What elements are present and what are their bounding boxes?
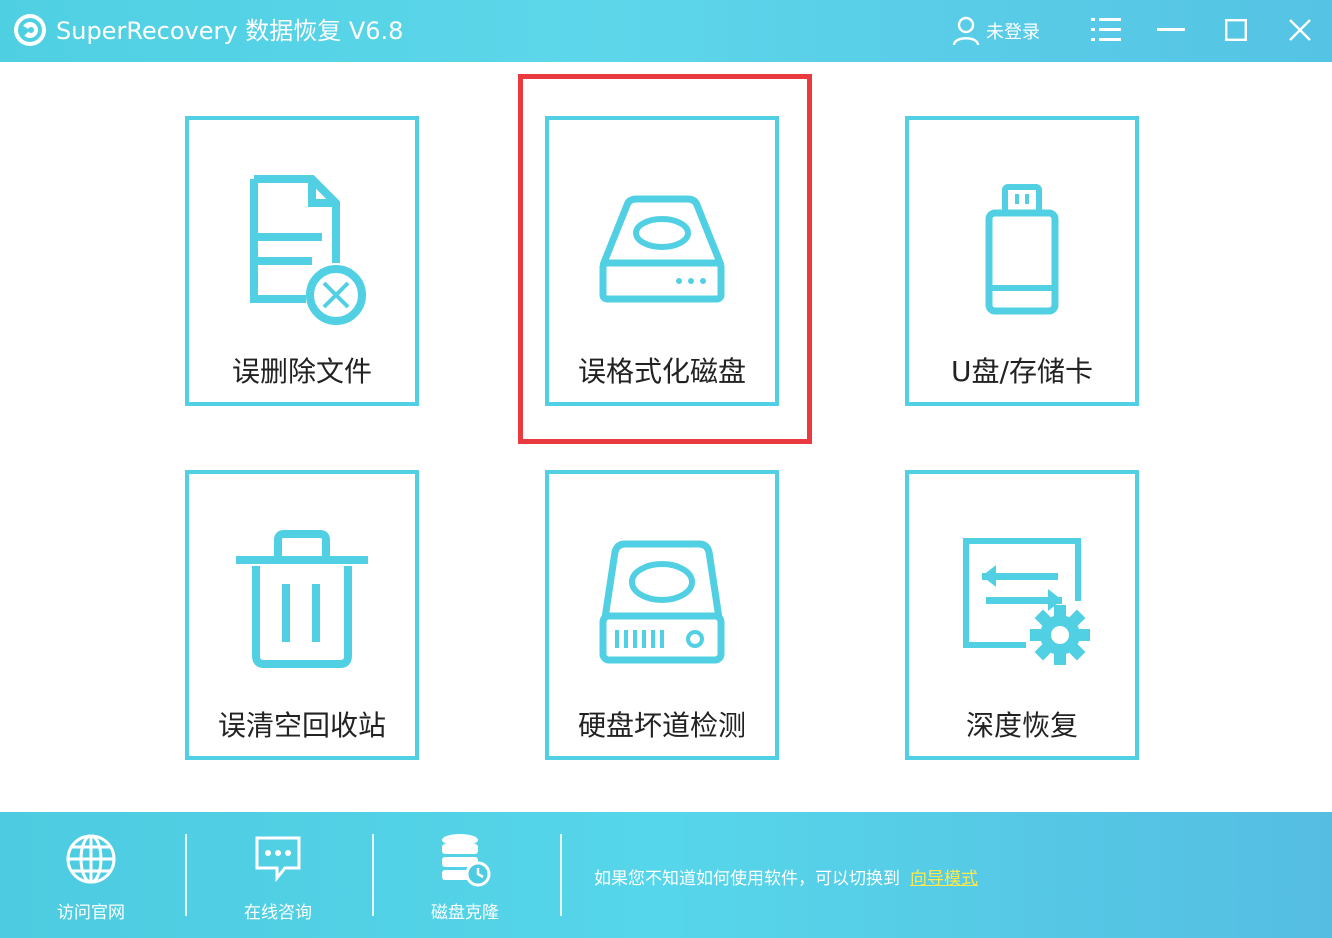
wizard-mode-link[interactable]: 向导模式 — [910, 869, 978, 889]
deleted-file-icon — [250, 175, 366, 325]
tile-recycle-bin[interactable]: 误清空回收站 — [185, 470, 419, 760]
app-title: SuperRecovery 数据恢复 V6.8 — [56, 17, 404, 45]
tile-label: 误格式化磁盘 — [577, 355, 746, 388]
tile-label: 误清空回收站 — [217, 709, 386, 742]
minimize-button[interactable] — [1149, 10, 1193, 50]
tile-deep-recovery[interactable]: 深度恢复 — [905, 470, 1139, 760]
menu-button[interactable] — [1084, 10, 1128, 50]
deep-recovery-icon — [963, 538, 1090, 665]
tile-bad-sector-check[interactable]: 硬盘坏道检测 — [545, 470, 779, 760]
close-icon — [1289, 19, 1311, 41]
disk-clone-button[interactable]: 磁盘克隆 — [390, 812, 540, 938]
visit-website-button[interactable]: 访问官网 — [16, 812, 166, 938]
footer-label: 在线咨询 — [244, 903, 312, 923]
maximize-icon — [1225, 19, 1247, 41]
tile-format-disk[interactable]: 误格式化磁盘 — [545, 116, 779, 406]
tile-label: 误删除文件 — [231, 355, 372, 388]
close-button[interactable] — [1278, 10, 1322, 50]
footer-divider — [372, 834, 374, 916]
hard-disk-icon — [599, 540, 725, 664]
footer-label: 访问官网 — [57, 903, 125, 923]
title-bar: SuperRecovery 数据恢复 V6.8 未登录 — [0, 0, 1332, 62]
footer-bar: 访问官网 在线咨询 磁盘克隆 如果您不知道如何使用软件，可以切换到 向导模式 — [0, 812, 1332, 938]
format-disk-icon — [599, 195, 725, 303]
footer-divider — [560, 834, 562, 916]
user-status-label: 未登录 — [986, 22, 1040, 43]
footer-divider — [185, 834, 187, 916]
tile-label: 深度恢复 — [965, 709, 1078, 742]
tile-label: 硬盘坏道检测 — [577, 709, 746, 742]
usb-drive-icon — [985, 184, 1059, 315]
minimize-icon — [1157, 28, 1185, 31]
online-consult-button[interactable]: 在线咨询 — [203, 812, 353, 938]
user-icon — [952, 16, 980, 46]
tile-usb-drive[interactable]: U盘/存储卡 — [905, 116, 1139, 406]
menu-icon — [1091, 18, 1121, 41]
guide-hint-text: 如果您不知道如何使用软件，可以切换到 — [594, 869, 900, 889]
database-clone-icon — [442, 834, 491, 887]
logo-icon — [14, 14, 46, 46]
tile-label: U盘/存储卡 — [951, 355, 1093, 388]
chat-icon — [255, 836, 301, 883]
tile-deleted-file[interactable]: 误删除文件 — [185, 116, 419, 406]
recycle-bin-icon — [236, 530, 368, 668]
globe-icon — [66, 834, 116, 884]
maximize-button[interactable] — [1214, 10, 1258, 50]
guide-hint: 如果您不知道如何使用软件，可以切换到 向导模式 — [594, 864, 978, 889]
login-button[interactable]: 未登录 — [952, 14, 1040, 48]
footer-label: 磁盘克隆 — [431, 903, 499, 923]
